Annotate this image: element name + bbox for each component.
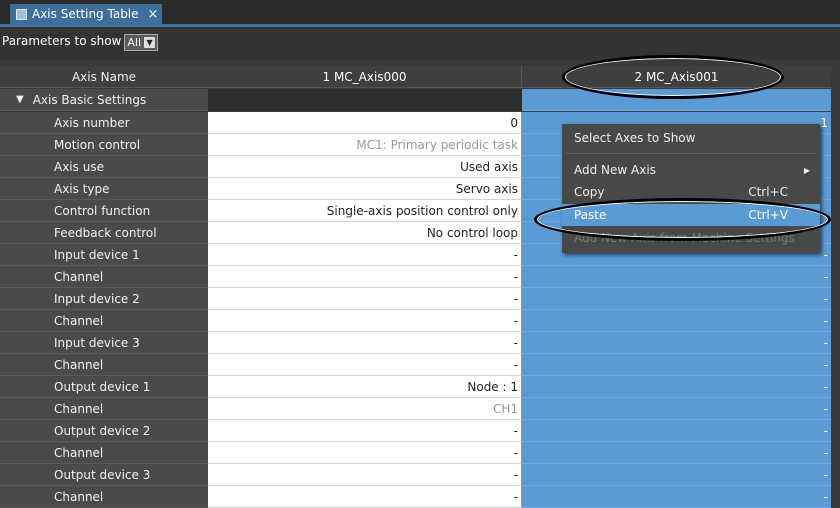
parameter-name-cell: Channel [0, 398, 208, 420]
table-row[interactable]: Channel - - [0, 486, 831, 508]
menu-item-label: Select Axes to Show [574, 131, 696, 145]
parameter-name-cell: Channel [0, 354, 208, 376]
menu-item-add-new-axis[interactable]: Add New Axis ▶ [562, 159, 820, 181]
parameter-name-cell: Channel [0, 486, 208, 508]
parameter-name-cell: Input device 3 [0, 332, 208, 354]
parameter-name-cell: Axis type [0, 178, 208, 200]
axis-1-value-cell[interactable]: - [208, 266, 522, 288]
parameter-name-cell: Feedback control [0, 222, 208, 244]
chevron-down-icon: ▼ [144, 37, 156, 48]
section-blank-cell [208, 89, 522, 111]
submenu-arrow-icon: ▶ [803, 165, 810, 175]
table-row[interactable]: Output device 1 Node : 1- [0, 376, 831, 398]
axis-2-value-cell[interactable]: - [522, 398, 831, 420]
axis-1-value-cell[interactable]: 0 [208, 112, 522, 134]
filter-bar: Parameters to show All ▼ [0, 27, 840, 60]
axis-2-value-cell[interactable]: - [522, 442, 831, 464]
axis-1-value-cell[interactable]: - [208, 332, 522, 354]
parameter-name-cell: Input device 1 [0, 244, 208, 266]
axis-1-value-cell[interactable]: - [208, 486, 522, 508]
axis-1-value-cell[interactable]: CH1 [208, 398, 522, 420]
filter-label: Parameters to show [2, 34, 122, 48]
table-row[interactable]: Channel - - [0, 354, 831, 376]
parameter-name-cell: Channel [0, 266, 208, 288]
axis-2-value-cell[interactable]: - [522, 310, 831, 332]
parameter-name-cell: Axis number [0, 112, 208, 134]
close-icon[interactable]: × [148, 7, 159, 22]
axis-2-value-cell[interactable]: - [522, 266, 831, 288]
parameter-name-cell: Output device 2 [0, 420, 208, 442]
table-row[interactable]: Channel - - [0, 310, 831, 332]
axis-1-value-cell[interactable]: - [208, 310, 522, 332]
table-row[interactable]: Channel CH1- [0, 398, 831, 420]
parameter-name-cell: Control function [0, 200, 208, 222]
parameter-name-cell: Channel [0, 310, 208, 332]
table-row[interactable]: Channel - - [0, 442, 831, 464]
axis-2-value-cell[interactable]: - [522, 420, 831, 442]
filter-value: All [127, 36, 142, 49]
axis-1-value-cell[interactable]: - [208, 244, 522, 266]
axis-1-value-cell[interactable]: - [208, 354, 522, 376]
axis-1-value-cell[interactable]: - [208, 288, 522, 310]
table-row[interactable]: Output device 3-- [0, 464, 831, 486]
axis-1-value-cell[interactable]: - [208, 442, 522, 464]
table-icon [16, 8, 27, 20]
axis-2-value-cell[interactable]: - [522, 464, 831, 486]
axis-2-value-cell[interactable]: - [522, 288, 831, 310]
section-header[interactable]: ▼ Axis Basic Settings [0, 89, 208, 111]
menu-shortcut: Ctrl+C [748, 185, 788, 199]
section-title: Axis Basic Settings [32, 92, 147, 107]
annotation-oval-axis-header [562, 55, 784, 99]
parameters-filter-select[interactable]: All ▼ [124, 34, 159, 51]
table-row[interactable]: Input device 3-- [0, 332, 831, 354]
menu-item-select-axes[interactable]: Select Axes to Show [562, 127, 820, 149]
menu-separator [566, 153, 816, 154]
axis-1-value-cell[interactable]: Used axis [208, 156, 522, 178]
axis-2-value-cell[interactable]: - [522, 354, 831, 376]
axis-2-value-cell[interactable]: - [522, 332, 831, 354]
axis-1-value-cell[interactable]: - [208, 464, 522, 486]
tab-title: Axis Setting Table [32, 7, 139, 21]
tab-axis-setting-table[interactable]: Axis Setting Table × [10, 4, 162, 24]
expand-triangle-icon[interactable]: ▼ [16, 94, 24, 105]
parameter-name-cell: Input device 2 [0, 288, 208, 310]
column-header-axis-name: Axis Name [0, 66, 208, 88]
tab-bar: Axis Setting Table × [0, 0, 840, 24]
table-row[interactable]: Output device 2-- [0, 420, 831, 442]
parameter-name-cell: Output device 1 [0, 376, 208, 398]
axis-1-value-cell[interactable]: No control loop [208, 222, 522, 244]
axis-2-value-cell[interactable]: - [522, 486, 831, 508]
vertical-scrollbar[interactable] [831, 66, 840, 497]
parameter-name-cell: Motion control [0, 134, 208, 156]
axis-1-value-cell[interactable]: MC1: Primary periodic task [208, 134, 522, 156]
axis-1-value-cell[interactable]: Node : 1 [208, 376, 522, 398]
axis-1-value-cell[interactable]: Servo axis [208, 178, 522, 200]
table-row[interactable]: Input device 2-- [0, 288, 831, 310]
axis-2-value-cell[interactable]: - [522, 376, 831, 398]
axis-1-value-cell[interactable]: - [208, 420, 522, 442]
annotation-oval-paste [534, 198, 831, 241]
menu-item-label: Add New Axis [574, 163, 656, 177]
table-row[interactable]: Channel - - [0, 266, 831, 288]
parameter-name-cell: Axis use [0, 156, 208, 178]
parameter-name-cell: Channel [0, 442, 208, 464]
parameter-name-cell: Output device 3 [0, 464, 208, 486]
menu-item-label: Copy [574, 185, 605, 199]
column-header-axis-1[interactable]: 1 MC_Axis000 [208, 66, 522, 88]
axis-1-value-cell[interactable]: Single-axis position control only [208, 200, 522, 222]
